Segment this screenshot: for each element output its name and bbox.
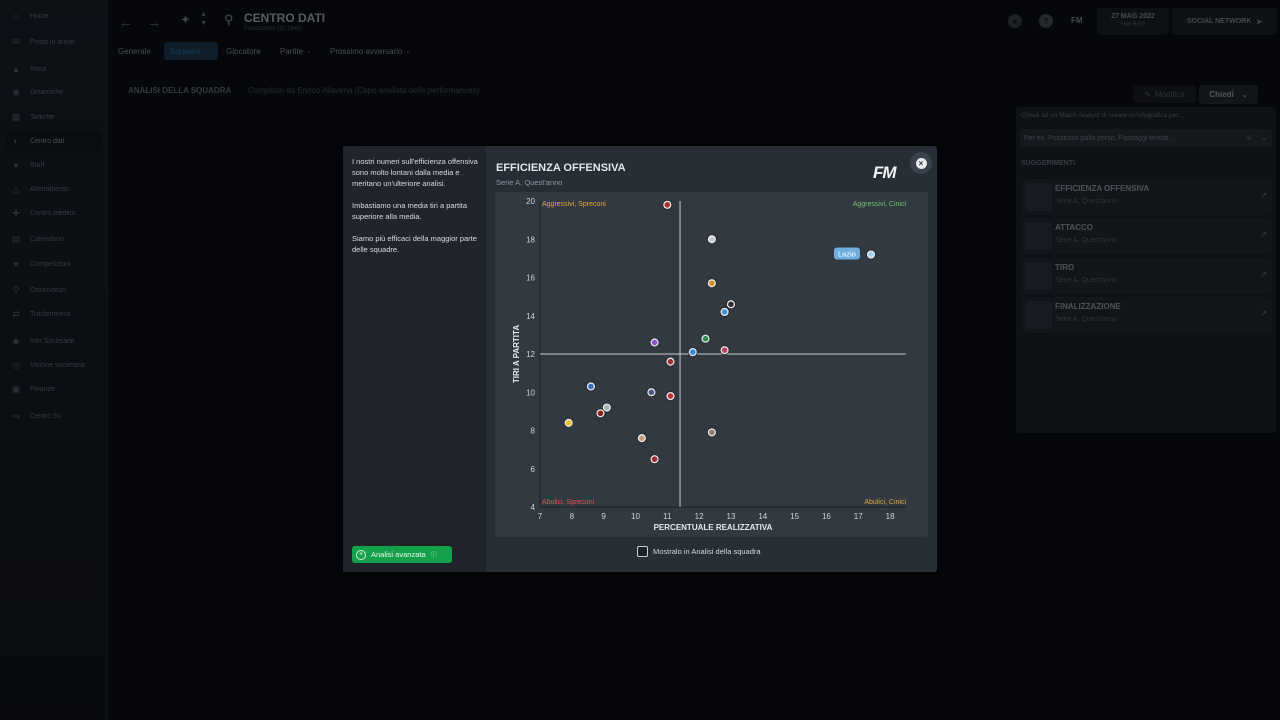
team-badge-fill (639, 435, 645, 441)
team-badge-fill (721, 309, 728, 315)
infographic-modal: I nostri numeri sull'efficienza offensiv… (343, 146, 937, 572)
analysis-paragraph: I nostri numeri sull'efficienza offensiv… (352, 157, 478, 188)
team-badge-fill (588, 383, 594, 390)
y-tick-label: 16 (526, 274, 535, 283)
team-badge-fill (667, 393, 674, 399)
show-in-analysis-label: Mostralo in Analisi della squadra (653, 547, 761, 556)
team-badge-fill (709, 236, 715, 243)
advanced-analysis-label: Analisi avanzata (371, 550, 426, 559)
close-icon: × (915, 157, 927, 169)
x-tick-label: 11 (663, 512, 672, 521)
team-badge-fill (597, 410, 604, 417)
plus-circle-icon: + (356, 549, 366, 560)
y-tick-label: 18 (526, 235, 535, 244)
highlight-team-label: Lazio (838, 250, 856, 259)
show-in-analysis-checkbox[interactable]: Mostralo in Analisi della squadra (637, 546, 761, 557)
quadrant-label-top-right: Aggressivi, Cinici (853, 201, 907, 208)
x-tick-label: 17 (854, 512, 863, 521)
team-badge-fill (721, 347, 728, 353)
y-tick-label: 4 (531, 503, 536, 512)
team-badge-fill (664, 202, 671, 208)
advanced-analysis-button[interactable]: + Analisi avanzata ⓘ (352, 546, 452, 563)
team-badge-fill (651, 339, 658, 346)
x-tick-label: 10 (631, 512, 640, 521)
quadrant-label-top-left: Aggressivi, Spreconi (542, 201, 606, 208)
y-tick-label: 14 (526, 312, 535, 321)
team-badge-fill (728, 301, 734, 308)
team-badge-fill (689, 349, 696, 355)
x-tick-label: 7 (538, 512, 543, 521)
analysis-text-panel: I nostri numeri sull'efficienza offensiv… (343, 146, 486, 572)
team-badge-fill (565, 420, 572, 426)
x-tick-label: 16 (822, 512, 831, 521)
x-tick-label: 8 (570, 512, 575, 521)
x-tick-label: 12 (695, 512, 704, 521)
chart-title: EFFICIENZA OFFENSIVA (496, 162, 626, 174)
x-tick-label: 13 (727, 512, 736, 521)
x-axis-label: PERCENTUALE REALIZZATIVA (654, 523, 773, 532)
x-tick-label: 14 (758, 512, 767, 521)
info-icon: ⓘ (430, 553, 437, 559)
team-badge-fill (667, 358, 674, 365)
quadrant-label-bottom-right: Abulici, Cinici (864, 499, 906, 506)
team-badge-fill (702, 335, 709, 342)
team-badge-fill (709, 280, 715, 287)
y-tick-label: 8 (531, 427, 536, 436)
y-tick-label: 12 (526, 350, 535, 359)
scatter-chart: 7 8 9 10 11 12 13 14 15 16 17 18 4 6 8 10 12 14 16 18 20 PERC… (512, 197, 907, 532)
chart-subtitle: Serie A, Quest'anno (496, 178, 563, 187)
checkbox-box[interactable] (637, 546, 648, 557)
fm-logo: FM (873, 163, 897, 182)
team-badge-fill (604, 404, 610, 411)
team-badge-fill (651, 456, 658, 462)
x-tick-label: 18 (886, 512, 895, 521)
analysis-paragraph: Siamo più efficaci della maggior parte d… (352, 234, 477, 254)
team-badge-fill (648, 389, 655, 396)
y-tick-label: 6 (531, 465, 536, 474)
team-badge-fill (868, 251, 874, 258)
team-badge-fill (709, 429, 715, 436)
close-button[interactable]: × (910, 152, 932, 174)
x-tick-label: 15 (790, 512, 799, 521)
chart-area: 7 8 9 10 11 12 13 14 15 16 17 18 4 6 8 10 12 14 16 18 20 PERC… (495, 192, 928, 537)
x-tick-label: 9 (601, 512, 606, 521)
y-tick-label: 10 (526, 388, 535, 397)
y-tick-label: 20 (526, 197, 535, 206)
quadrant-label-bottom-left: Abulici, Spreconi (542, 499, 595, 506)
y-axis-label: TIRI A PARTITA (512, 325, 521, 383)
analysis-paragraph: Imbastiamo una media tiri a partita supe… (352, 201, 468, 221)
